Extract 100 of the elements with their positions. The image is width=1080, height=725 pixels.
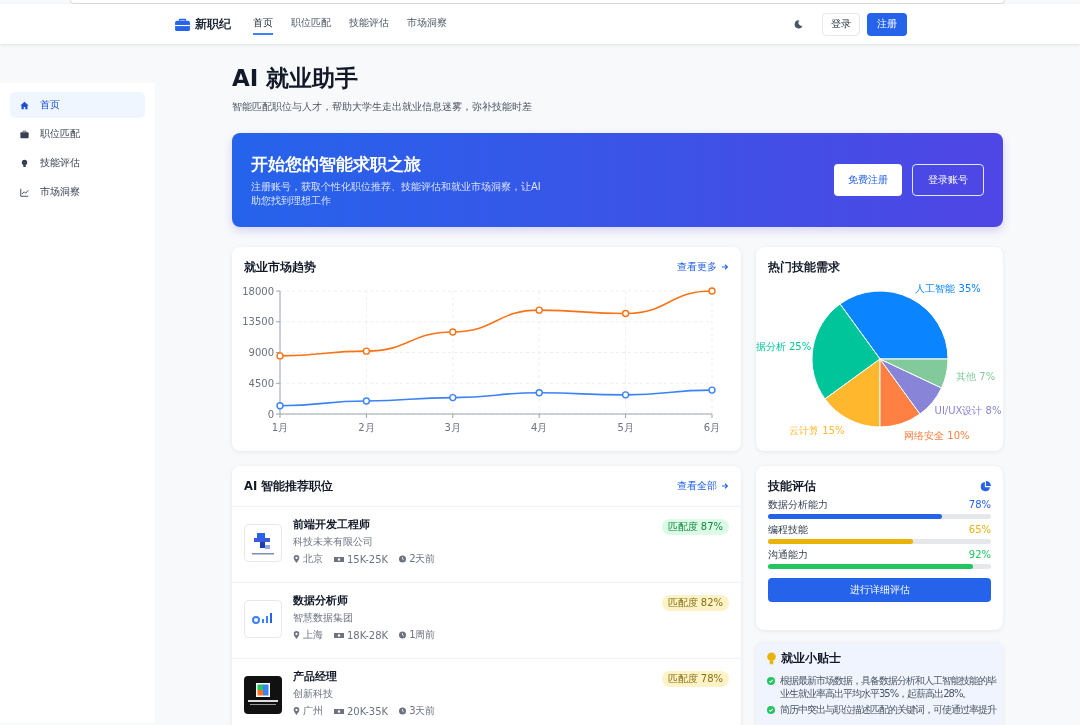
data-point xyxy=(535,306,543,314)
company-name: 科技未来有限公司 xyxy=(293,535,374,548)
brand-name: 新职纪 xyxy=(195,15,231,33)
location-pin-icon xyxy=(293,631,300,639)
moon-icon[interactable] xyxy=(794,19,803,29)
axis-label: 5月 xyxy=(617,422,634,433)
job-city: 广州 xyxy=(303,704,323,718)
match-badge: 匹配度 87% xyxy=(661,519,729,535)
slice-label: 云计算 15% xyxy=(789,425,845,437)
card-title: 就业市场趋势 xyxy=(244,259,316,275)
data-point xyxy=(362,397,371,405)
briefcase-icon xyxy=(20,129,29,139)
job-salary: 20K-35K xyxy=(347,705,389,717)
nav-tab[interactable]: 首页 xyxy=(253,13,273,35)
axis-label: 2月 xyxy=(358,422,375,433)
card-title: AI 智能推荐职位 xyxy=(244,478,334,494)
money-icon xyxy=(334,631,344,639)
axis-label: 13500 xyxy=(242,316,274,328)
clock-icon xyxy=(399,631,407,639)
banner-title: 开始您的智能求职之旅 xyxy=(251,152,422,176)
axis-label: 3月 xyxy=(444,422,461,433)
skill-name: 编程技能 xyxy=(768,523,808,536)
pie-chart-icon xyxy=(980,480,991,492)
job-city: 北京 xyxy=(303,552,323,566)
card-title: 技能评估 xyxy=(768,478,816,494)
job-city: 上海 xyxy=(303,628,323,642)
sidebar-item[interactable]: 首页 xyxy=(10,92,145,118)
login-account-button[interactable]: 登录账号 xyxy=(912,164,984,196)
login-button[interactable]: 登录 xyxy=(822,12,860,36)
arrow-right-icon xyxy=(721,263,729,271)
skill-percent: 65% xyxy=(968,523,991,536)
briefcase-icon xyxy=(175,17,190,31)
axis-label: 18000 xyxy=(242,285,274,297)
location-pin-icon xyxy=(293,707,300,715)
money-icon xyxy=(334,555,344,563)
job-title: 数据分析师 xyxy=(293,593,349,608)
sidebar-item[interactable]: 市场洞察 xyxy=(10,179,145,205)
data-point xyxy=(449,328,457,336)
page-title: AI 就业助手 xyxy=(232,64,360,93)
money-icon xyxy=(334,707,344,715)
arrow-right-icon xyxy=(721,482,729,490)
job-title: 产品经理 xyxy=(293,669,338,684)
nav-tab[interactable]: 市场洞察 xyxy=(407,13,447,35)
job-title: 前端开发工程师 xyxy=(293,517,371,532)
axis-label: 0 xyxy=(267,408,274,420)
check-icon xyxy=(767,706,775,714)
slice-label: 人工智能 35% xyxy=(915,282,981,294)
skill-name: 沟通能力 xyxy=(768,548,808,561)
data-point xyxy=(276,402,284,410)
axis-label: 6月 xyxy=(703,422,721,433)
data-point xyxy=(708,386,716,394)
slice-label: UI/UX设计 8% xyxy=(934,405,1002,416)
view-all-link[interactable]: 查看全部 xyxy=(677,479,729,493)
home-icon xyxy=(20,100,29,110)
data-point xyxy=(362,347,371,355)
slice-label: 据分析 25% xyxy=(756,341,812,353)
slice-label: 其他 7% xyxy=(956,371,996,383)
banner-text: 注册账号，获取个性化职位推荐、技能评估和就业市场洞察，让AI助您找到理想工作 xyxy=(251,179,541,208)
job-item[interactable]: 产品经理 创新科技 广州 20K-35K 3天前 匹配度 78% xyxy=(232,659,741,725)
line-chart-icon xyxy=(20,187,29,197)
axis-label: 1月 xyxy=(271,422,289,433)
job-salary: 18K-28K xyxy=(347,629,389,641)
sidebar-item[interactable]: 职位匹配 xyxy=(10,121,145,147)
card-title: 就业小贴士 xyxy=(781,651,841,666)
skill-name: 数据分析能力 xyxy=(768,498,828,511)
nav-tab[interactable]: 技能评估 xyxy=(349,13,389,35)
job-posted-time: 1周前 xyxy=(409,628,436,642)
skill-percent: 92% xyxy=(968,548,991,561)
card-title: 热门技能需求 xyxy=(768,259,840,275)
tip-text: 根据最新市场数据，具备数据分析和人工智能技能的毕业生就业率高出平均水平35%，起薪高出28%。 xyxy=(780,674,998,700)
job-posted-time: 2天前 xyxy=(409,552,436,566)
view-more-link[interactable]: 查看更多 xyxy=(677,260,729,274)
data-point xyxy=(535,389,543,397)
data-point xyxy=(449,393,457,402)
location-pin-icon xyxy=(293,555,300,563)
clock-icon xyxy=(399,555,407,563)
check-icon xyxy=(767,677,775,685)
lightbulb-icon xyxy=(20,158,29,168)
data-point xyxy=(621,309,630,318)
data-point xyxy=(276,352,284,360)
match-badge: 匹配度 82% xyxy=(661,595,729,611)
job-salary: 15K-25K xyxy=(347,553,389,565)
axis-label: 4月 xyxy=(531,422,548,433)
axis-label: 4500 xyxy=(248,377,274,389)
free-register-button[interactable]: 免费注册 xyxy=(834,164,902,196)
register-button[interactable]: 注册 xyxy=(867,12,907,36)
job-item[interactable]: 数据分析师 智慧数据集团 上海 18K-28K 1周前 匹配度 82% xyxy=(232,583,741,659)
match-badge: 匹配度 78% xyxy=(661,671,729,687)
job-item[interactable]: 前端开发工程师 科技未来有限公司 北京 15K-25K 2天前 匹配度 87% xyxy=(232,507,741,583)
job-posted-time: 3天前 xyxy=(409,704,436,718)
clock-icon xyxy=(399,707,407,715)
skill-percent: 78% xyxy=(968,498,991,511)
company-name: 智慧数据集团 xyxy=(293,611,354,624)
lightbulb-icon xyxy=(767,652,776,665)
data-point xyxy=(708,287,716,295)
detailed-assessment-button[interactable]: 进行详细评估 xyxy=(768,578,991,602)
sidebar-item[interactable]: 技能评估 xyxy=(10,150,145,176)
nav-tab[interactable]: 职位匹配 xyxy=(291,13,331,35)
data-point xyxy=(621,391,630,399)
axis-label: 9000 xyxy=(248,347,274,358)
